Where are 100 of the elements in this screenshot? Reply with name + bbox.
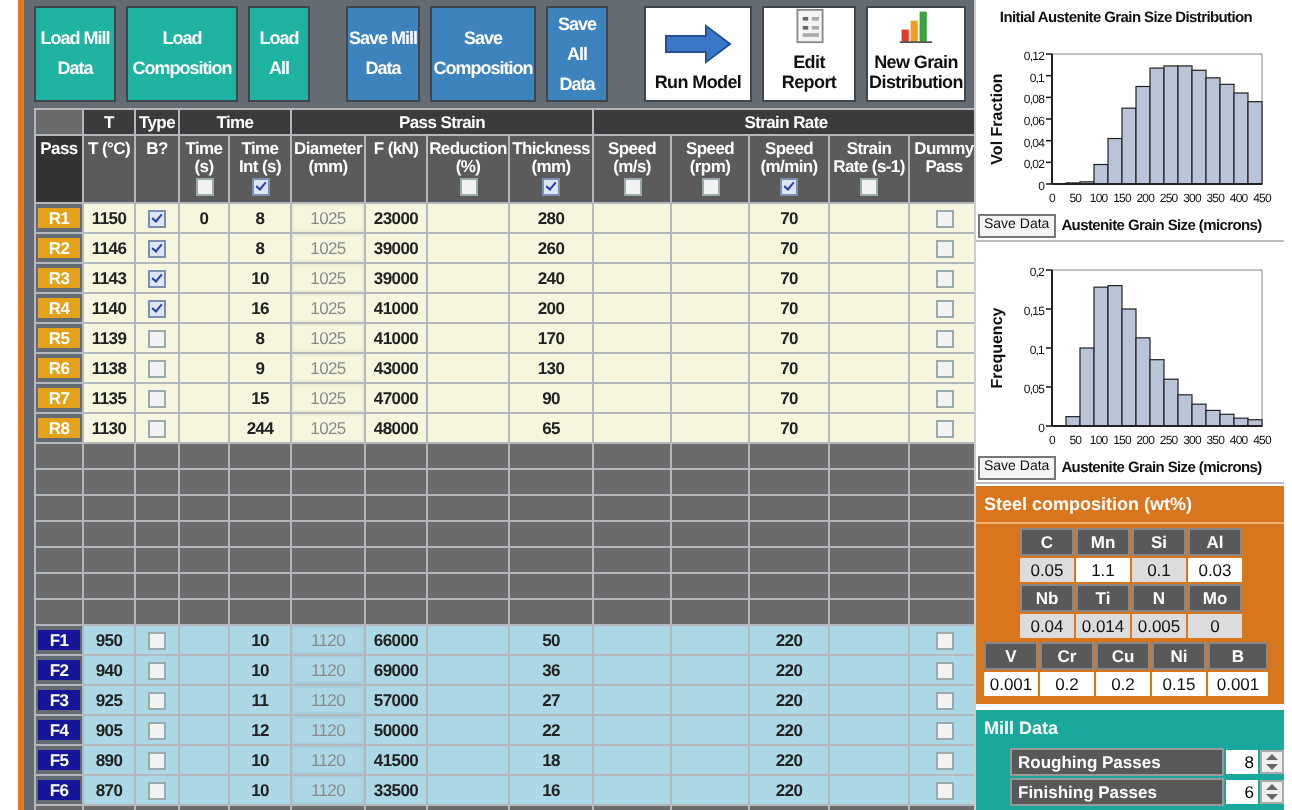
column-header: B?: [135, 135, 179, 203]
field-label: Roughing Passes: [1010, 748, 1225, 776]
table-cell: 1135: [83, 383, 135, 413]
table-cell: 1120: [291, 745, 365, 775]
table-cell: 1025: [291, 203, 365, 233]
table-cell: 1130: [83, 413, 135, 443]
group-header: Time: [179, 109, 291, 135]
group-header: T: [83, 109, 135, 135]
table-cell: 925: [83, 685, 135, 715]
table-cell: 240: [509, 263, 594, 293]
group-header: Pass Strain: [291, 109, 594, 135]
table-cell: 1150: [83, 203, 135, 233]
table-cell: 39000: [365, 263, 427, 293]
column-header: Diameter (mm): [291, 135, 365, 203]
table-cell: 48000: [365, 413, 427, 443]
element-label: Ni: [1152, 642, 1206, 670]
table-cell: 1120: [291, 775, 365, 805]
table-cell: 940: [83, 655, 135, 685]
table-cell: 1120: [291, 625, 365, 655]
element-label: Si: [1132, 528, 1186, 556]
table-cell: 950: [83, 625, 135, 655]
table-cell: 36: [509, 655, 594, 685]
table-cell: 27: [509, 685, 594, 715]
table-cell: 50: [509, 625, 594, 655]
column-header: T (°C): [83, 135, 135, 203]
table-cell: 905: [83, 715, 135, 745]
table-cell: 70: [749, 383, 830, 413]
table-cell: 1025: [291, 323, 365, 353]
table-cell: 9: [229, 353, 291, 383]
table-cell: 870: [83, 775, 135, 805]
table-cell: 90: [509, 383, 594, 413]
column-header: Speed (m/s): [606, 140, 659, 176]
table-cell: 69000: [365, 655, 427, 685]
table-cell: 50000: [365, 715, 427, 745]
table-cell: 1120: [291, 655, 365, 685]
table-cell: 8: [229, 323, 291, 353]
table-cell: 39000: [365, 233, 427, 263]
table-cell: 22: [509, 715, 594, 745]
table-cell: 220: [749, 775, 830, 805]
table-cell: 130: [509, 353, 594, 383]
table-cell: 70: [749, 353, 830, 383]
table-cell: 65: [509, 413, 594, 443]
column-header: Speed (rpm): [684, 140, 737, 176]
table-cell: 1025: [291, 353, 365, 383]
table-cell: 1025: [291, 413, 365, 443]
table-cell: 41000: [365, 323, 427, 353]
table-cell: 280: [509, 203, 594, 233]
table-cell: 1025: [291, 293, 365, 323]
table-cell: 220: [749, 715, 830, 745]
table-cell: 70: [749, 293, 830, 323]
element-label: B: [1208, 642, 1268, 670]
column-header: Strain Rate (s-1): [831, 140, 907, 176]
table-cell: 70: [749, 263, 830, 293]
table-cell: 244: [229, 413, 291, 443]
element-label: Nb: [1020, 584, 1074, 612]
table-cell: 12: [229, 715, 291, 745]
section-title: Steel composition (wt%): [976, 486, 1284, 524]
table-cell: 890: [83, 745, 135, 775]
element-label: C: [1020, 528, 1074, 556]
table-cell: 10: [229, 745, 291, 775]
table-cell: 16: [229, 293, 291, 323]
table-cell: 1146: [83, 233, 135, 263]
table-cell: 66000: [365, 625, 427, 655]
element-label: Ti: [1076, 584, 1130, 612]
axis-title: Vol Fraction: [988, 73, 1006, 165]
group-header: Strain Rate: [593, 109, 980, 135]
table-cell: 8: [229, 233, 291, 263]
table-cell: 170: [509, 323, 594, 353]
table-cell: 33500: [365, 775, 427, 805]
table-cell: 8: [229, 203, 291, 233]
column-header: Pass: [35, 135, 83, 203]
column-header: Time Int (s): [236, 140, 284, 176]
table-cell: 200: [509, 293, 594, 323]
table-cell: 1025: [291, 383, 365, 413]
table-cell: 70: [749, 323, 830, 353]
table-cell: 220: [749, 625, 830, 655]
column-header: Thickness (mm): [511, 140, 592, 176]
field-label: Finishing Passes: [1010, 778, 1225, 806]
table-cell: 70: [749, 413, 830, 443]
element-label: N: [1132, 584, 1186, 612]
table-cell: 16: [509, 775, 594, 805]
table-cell: 41000: [365, 293, 427, 323]
table-cell: 10: [229, 655, 291, 685]
table-cell: 15: [229, 383, 291, 413]
column-header: Time (s): [183, 140, 225, 176]
table-cell: 220: [749, 655, 830, 685]
element-label: Al: [1188, 528, 1242, 556]
table-cell: 41500: [365, 745, 427, 775]
axis-title: Frequency: [988, 307, 1006, 389]
table-cell: 1025: [291, 233, 365, 263]
column-header: Speed (m/min): [758, 140, 820, 176]
table-cell: 10: [229, 625, 291, 655]
table-cell: 1140: [83, 293, 135, 323]
table-cell: 1138: [83, 353, 135, 383]
table-cell: 1120: [291, 715, 365, 745]
table-cell: 1143: [83, 263, 135, 293]
element-label: Cu: [1096, 642, 1150, 670]
table-cell: 220: [749, 745, 830, 775]
table-cell: 11: [229, 685, 291, 715]
table-cell: 1120: [291, 685, 365, 715]
